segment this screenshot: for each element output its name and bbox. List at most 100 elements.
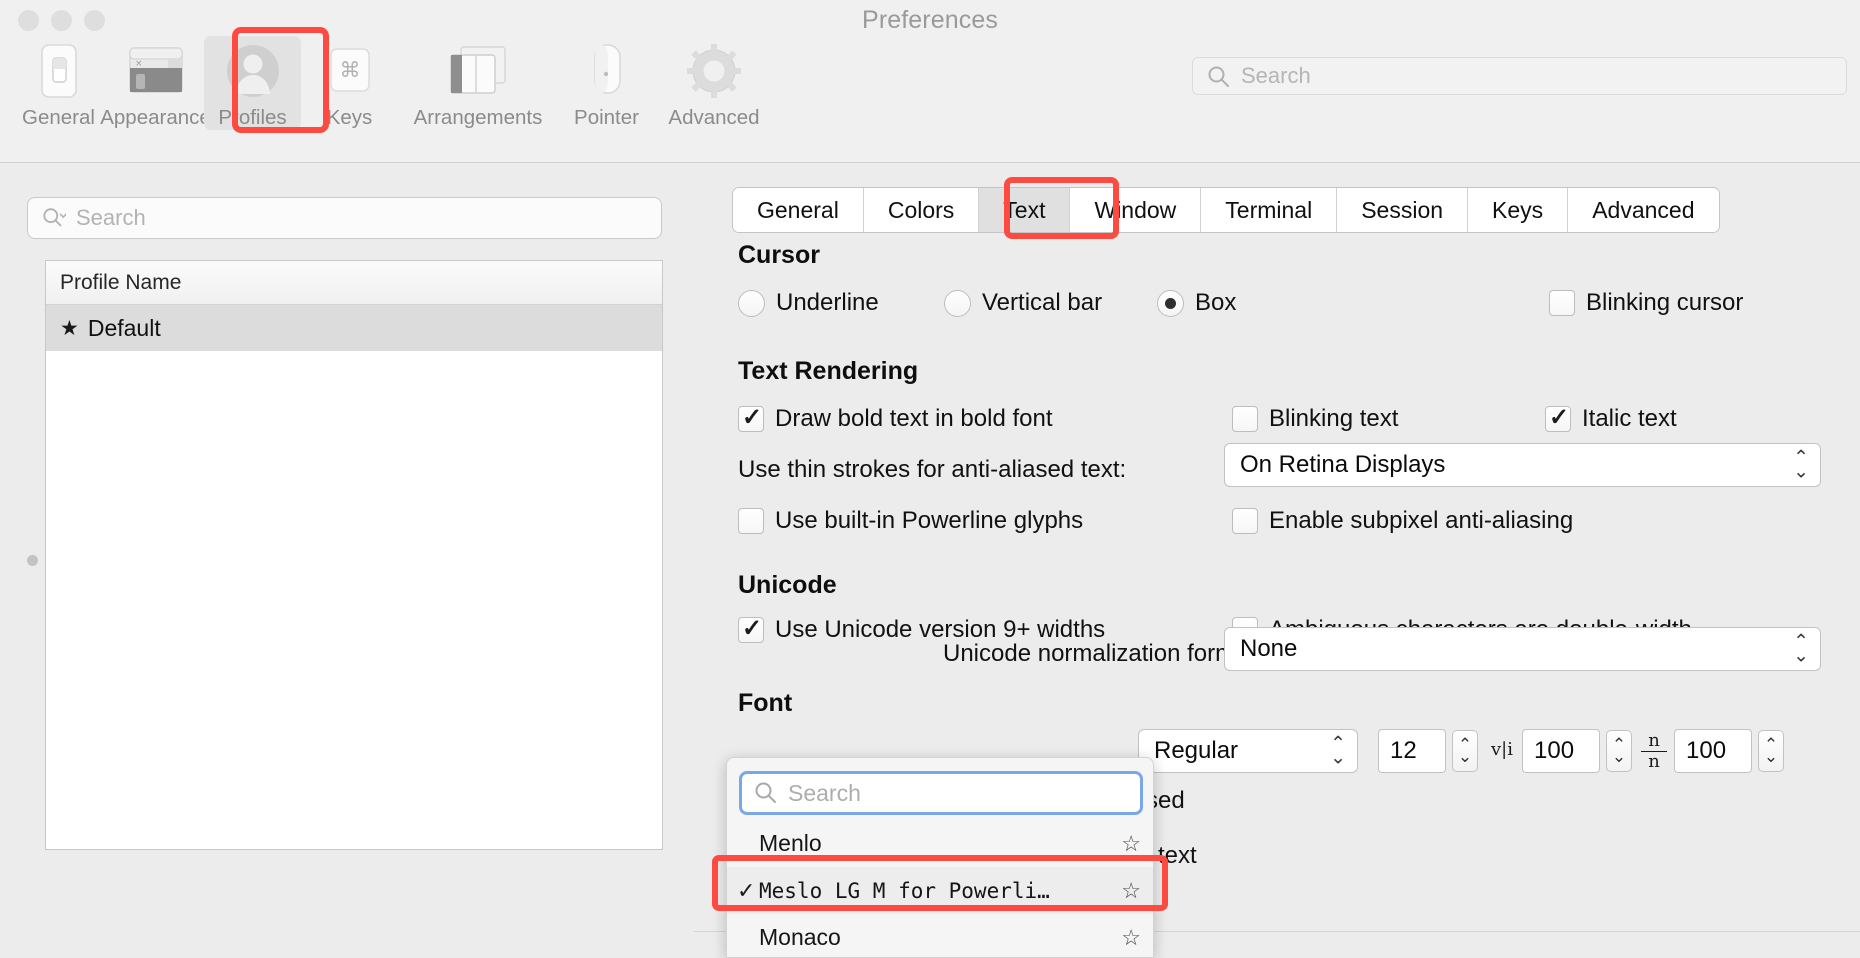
toolbar-item-arrangements[interactable]: Arrangements	[398, 36, 558, 130]
font-name: Monaco	[759, 924, 841, 950]
cursor-underline-radio[interactable]: Underline	[738, 289, 879, 317]
powerline-glyphs-label: Use built-in Powerline glyphs	[775, 507, 1084, 534]
tab-keys[interactable]: Keys	[1468, 188, 1569, 232]
checkbox-indicator	[1232, 406, 1258, 432]
titlebar: Preferences General × Appearance Profile…	[0, 0, 1860, 163]
toolbar-item-label: Profiles	[218, 106, 287, 129]
toolbar-item-label: Pointer	[574, 106, 639, 129]
text-rendering-section-title: Text Rendering	[738, 357, 919, 385]
profile-table: Profile Name ★ Default	[45, 260, 663, 850]
draw-bold-label: Draw bold text in bold font	[775, 405, 1053, 432]
blinking-text-checkbox[interactable]: Blinking text	[1232, 405, 1398, 433]
svg-text:×: ×	[135, 59, 143, 69]
tab-advanced[interactable]: Advanced	[1568, 188, 1719, 232]
font-size-stepper[interactable]: ⌃ ⌄	[1452, 730, 1478, 772]
thin-strokes-select[interactable]: On Retina Displays ⌃ ⌄	[1224, 443, 1821, 487]
horizontal-spacing-icon: v|i	[1491, 739, 1513, 760]
font-section-title: Font	[738, 689, 793, 717]
font-style-value: Regular	[1154, 737, 1239, 764]
toolbar-item-appearance[interactable]: × Appearance	[100, 36, 211, 130]
profile-table-header[interactable]: Profile Name	[46, 261, 662, 305]
star-outline-icon[interactable]: ☆	[1121, 878, 1141, 904]
font-size-value: 12	[1390, 737, 1417, 764]
font-size-input[interactable]: 12	[1378, 729, 1446, 773]
chevron-updown-icon: ⌃ ⌄	[1330, 733, 1346, 768]
font-search-placeholder: Search	[788, 779, 861, 806]
unicode-normalization-label: Unicode normalization form:	[943, 640, 1242, 667]
toolbar-item-label: General	[22, 106, 95, 129]
toolbar-item-label: Appearance	[100, 106, 211, 129]
profile-search-placeholder: Search	[76, 205, 146, 230]
toolbar: General × Appearance Profiles ⌘ Keys Arr…	[10, 36, 773, 130]
general-icon	[28, 40, 90, 102]
tab-general[interactable]: General	[733, 188, 864, 232]
italic-text-checkbox[interactable]: Italic text	[1545, 403, 1677, 433]
pane-resize-handle[interactable]	[27, 555, 38, 566]
italic-text-label: Italic text	[1582, 405, 1677, 432]
draw-bold-checkbox[interactable]: Draw bold text in bold font	[738, 403, 1053, 433]
toolbar-item-general[interactable]: General	[10, 36, 107, 130]
cursor-box-radio[interactable]: Box	[1157, 289, 1236, 317]
checkmark-icon: ✓	[737, 877, 756, 903]
checkbox-indicator	[738, 508, 764, 534]
toolbar-search-field[interactable]: Search	[1192, 57, 1847, 95]
star-outline-icon[interactable]: ☆	[1121, 831, 1141, 857]
horizontal-spacing-input[interactable]: 100	[1522, 729, 1600, 773]
font-list: Menlo ☆ ✓ Meslo LG M for Powerli… ☆ Mona…	[727, 820, 1153, 957]
cursor-box-label: Box	[1195, 289, 1237, 316]
font-search-input[interactable]: Search	[739, 771, 1143, 815]
toolbar-item-profiles[interactable]: Profiles	[204, 36, 301, 130]
tab-colors[interactable]: Colors	[863, 188, 980, 232]
cursor-underline-label: Underline	[776, 289, 879, 316]
tab-text[interactable]: Text	[979, 188, 1071, 232]
toolbar-item-advanced[interactable]: Advanced	[655, 36, 773, 130]
font-picker-popup: Search Menlo ☆ ✓ Meslo LG M for Powerli……	[726, 757, 1154, 958]
cursor-vertical-bar-radio[interactable]: Vertical bar	[944, 289, 1102, 317]
subpixel-antialiasing-checkbox[interactable]: Enable subpixel anti-aliasing	[1232, 507, 1573, 535]
list-item[interactable]: Menlo ☆	[727, 820, 1153, 867]
list-item[interactable]: Monaco ☆	[727, 914, 1153, 957]
preferences-window: Preferences General × Appearance Profile…	[0, 0, 1860, 958]
vertical-spacing-value: 100	[1686, 737, 1727, 764]
table-row[interactable]: ★ Default	[46, 305, 662, 351]
checkbox-indicator	[738, 403, 764, 432]
profiles-sidebar: Search Profile Name ★ Default Tags > + —…	[0, 163, 694, 958]
arrangements-icon	[447, 40, 509, 102]
subpixel-antialiasing-label: Enable subpixel anti-aliasing	[1269, 507, 1574, 534]
powerline-glyphs-checkbox[interactable]: Use built-in Powerline glyphs	[738, 507, 1083, 535]
font-name: Meslo LG M for Powerli…	[759, 878, 1050, 903]
blinking-text-label: Blinking text	[1269, 405, 1399, 432]
toolbar-item-keys[interactable]: ⌘ Keys	[301, 36, 398, 130]
checkbox-indicator	[1549, 290, 1575, 316]
horizontal-spacing-stepper[interactable]: ⌃ ⌄	[1606, 730, 1632, 772]
search-icon	[1208, 66, 1229, 87]
profile-search-input[interactable]: Search	[27, 197, 662, 239]
checkbox-indicator	[1232, 508, 1258, 534]
checkbox-indicator	[1545, 403, 1571, 432]
radio-indicator	[1157, 289, 1184, 317]
blinking-cursor-label: Blinking cursor	[1586, 289, 1744, 316]
tab-session[interactable]: Session	[1337, 188, 1469, 232]
list-item[interactable]: ✓ Meslo LG M for Powerli… ☆	[727, 867, 1153, 914]
font-style-select[interactable]: Regular ⌃ ⌄	[1138, 729, 1358, 773]
toolbar-item-label: Advanced	[668, 106, 760, 129]
horizontal-spacing-value: 100	[1534, 737, 1575, 764]
toolbar-search-placeholder: Search	[1241, 63, 1311, 88]
thin-strokes-label: Use thin strokes for anti-aliased text:	[738, 456, 1127, 483]
chevron-updown-icon: ⌃ ⌄	[1793, 631, 1809, 666]
vertical-spacing-input[interactable]: 100	[1674, 729, 1752, 773]
chevron-updown-icon: ⌃ ⌄	[1793, 447, 1809, 482]
blinking-cursor-checkbox[interactable]: Blinking cursor	[1549, 289, 1743, 317]
tab-terminal[interactable]: Terminal	[1201, 188, 1338, 232]
search-icon	[755, 782, 776, 803]
advanced-gear-icon	[683, 40, 745, 102]
svg-text:⌘: ⌘	[339, 58, 360, 82]
radio-indicator	[738, 289, 765, 317]
toolbar-item-label: Keys	[326, 106, 373, 129]
unicode-normalization-select[interactable]: None ⌃ ⌄	[1224, 627, 1821, 671]
toolbar-item-pointer[interactable]: Pointer	[558, 36, 655, 130]
vertical-spacing-stepper[interactable]: ⌃ ⌄	[1758, 730, 1784, 772]
star-outline-icon[interactable]: ☆	[1121, 925, 1141, 951]
window-title: Preferences	[862, 6, 998, 34]
tab-window[interactable]: Window	[1070, 188, 1202, 232]
